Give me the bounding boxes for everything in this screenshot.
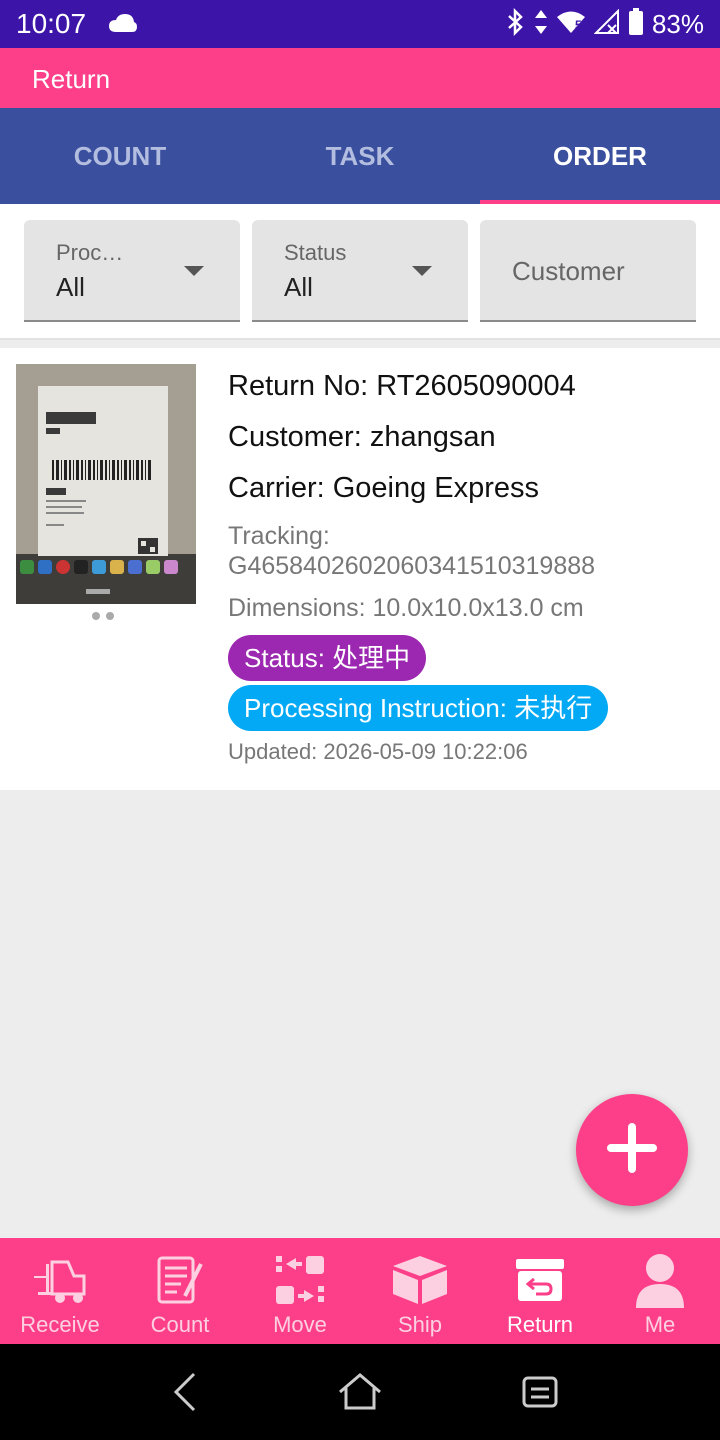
return-order-card[interactable]: Return No: RT2605090004 Customer: zhangs… [0, 348, 720, 790]
person-icon [634, 1252, 686, 1308]
processing-filter-select[interactable]: Proc… All [24, 220, 240, 322]
status-filter-label: Status [284, 240, 347, 265]
wifi-badge: 5 [574, 17, 582, 32]
return-number: Return No: RT2605090004 [228, 370, 576, 402]
carrier-name: Carrier: Goeing Express [228, 472, 540, 504]
plus-icon [607, 1122, 657, 1178]
signal-icon [593, 8, 620, 40]
cloud-icon [108, 12, 138, 39]
customer-filter-placeholder: Customer [512, 256, 625, 286]
tab-count[interactable]: COUNT [0, 108, 240, 204]
status-bar: 10:07 5 83% [0, 0, 720, 48]
system-nav-bar [0, 1344, 720, 1440]
dimensions: Dimensions: 10.0x10.0x13.0 cm [228, 594, 584, 622]
processing-instruction-badge: Processing Instruction: 未执行 [228, 685, 609, 731]
forklift-icon [30, 1252, 90, 1308]
bluetooth-icon [506, 7, 526, 41]
dropdown-arrow-icon [412, 266, 432, 276]
back-icon[interactable] [164, 1368, 204, 1416]
tracking-number: G4658402602060341510319888 [228, 552, 596, 580]
nav-count-label: Count [150, 1312, 210, 1337]
add-return-button[interactable] [576, 1094, 688, 1206]
order-info: Return No: RT2605090004 Customer: zhangs… [228, 368, 708, 765]
customer-filter-input[interactable]: Customer [480, 220, 696, 322]
customer-name: Customer: zhangsan [228, 421, 496, 453]
home-icon[interactable] [336, 1368, 384, 1416]
status-icons: 5 83% [506, 7, 704, 41]
status-filter-select[interactable]: Status All [252, 220, 468, 322]
nav-return[interactable]: Return [480, 1238, 600, 1344]
processing-filter-label: Proc… [56, 240, 124, 265]
nav-move[interactable]: Move [240, 1238, 360, 1344]
return-photo[interactable] [16, 364, 196, 604]
tab-bar: COUNT TASK ORDER [0, 108, 720, 204]
recents-icon[interactable] [520, 1368, 560, 1416]
nav-receive[interactable]: Receive [0, 1238, 120, 1344]
page-title: Return [32, 64, 111, 94]
bottom-nav: Receive Count Move Ship Return Me [0, 1238, 720, 1344]
nav-me-label: Me [644, 1312, 676, 1337]
dropdown-arrow-icon [184, 266, 204, 276]
battery-percent: 83% [651, 8, 704, 39]
wifi-icon: 5 [556, 10, 586, 39]
checklist-icon [155, 1252, 205, 1308]
nav-ship-label: Ship [397, 1312, 443, 1337]
status-badge: Status: 处理中 [228, 635, 427, 681]
box-icon [391, 1252, 449, 1308]
tab-order[interactable]: ORDER [480, 108, 720, 204]
nav-count[interactable]: Count [120, 1238, 240, 1344]
status-filter-value: All [284, 272, 313, 302]
move-icon [274, 1252, 326, 1308]
nav-receive-label: Receive [20, 1312, 100, 1337]
data-arrows-icon [534, 9, 548, 40]
nav-ship[interactable]: Ship [360, 1238, 480, 1344]
tracking-label: Tracking: [228, 522, 330, 550]
status-time: 10:07 [16, 8, 87, 39]
tab-task[interactable]: TASK [240, 108, 480, 204]
battery-icon [628, 7, 644, 41]
processing-filter-value: All [56, 272, 85, 302]
app-bar: Return [0, 48, 720, 108]
return-box-icon [514, 1252, 566, 1308]
nav-me[interactable]: Me [600, 1238, 720, 1344]
pager-dot [106, 612, 114, 620]
updated-timestamp: Updated: 2026-05-09 10:22:06 [228, 739, 528, 764]
filter-bar: Proc… All Status All Customer [0, 204, 720, 340]
nav-return-label: Return [506, 1312, 574, 1337]
pager-dot [92, 612, 100, 620]
photo-pager-dots [92, 612, 114, 620]
nav-move-label: Move [273, 1312, 327, 1337]
